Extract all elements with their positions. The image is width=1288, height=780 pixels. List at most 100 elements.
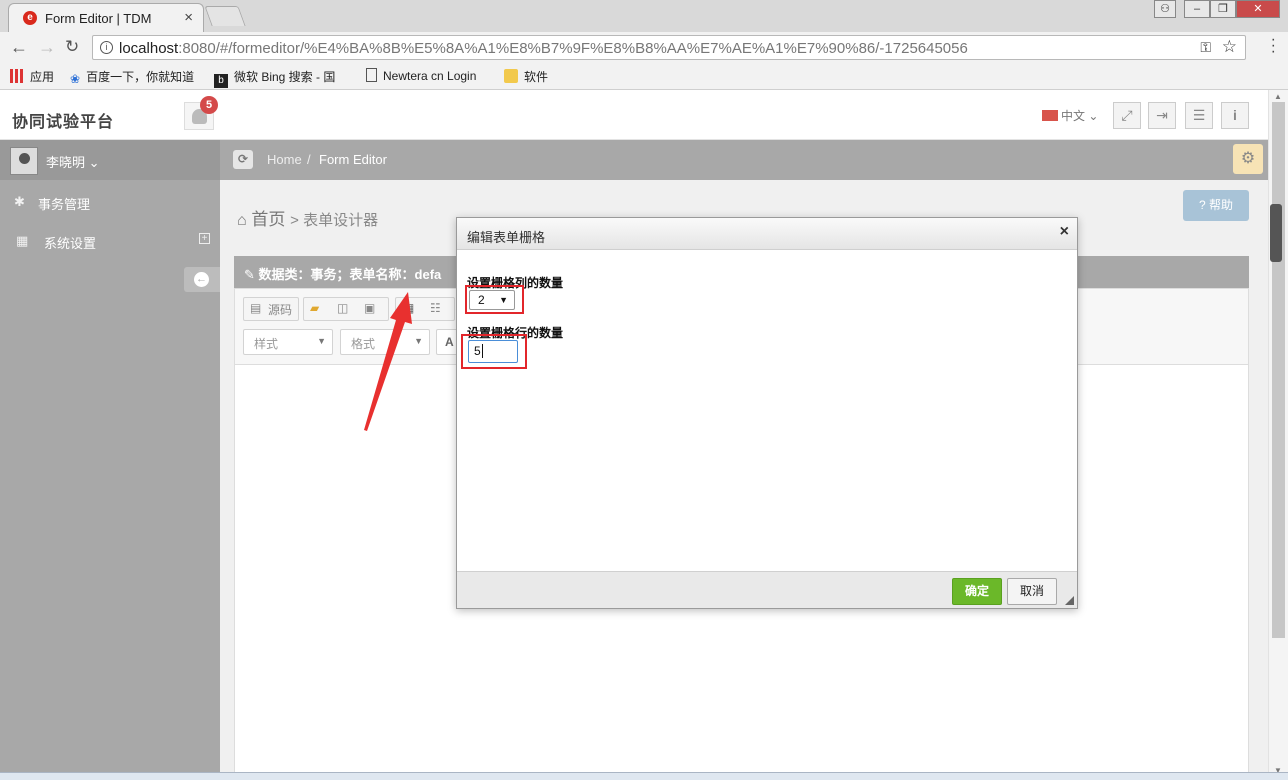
site-info-icon[interactable]: i: [100, 41, 113, 54]
style-select-label: 样式: [254, 337, 279, 351]
bookmark-bing[interactable]: b 微软 Bing 搜索 - 国: [214, 68, 335, 88]
sidebar-item-transactions[interactable]: ✱ 事务管理: [0, 183, 220, 219]
sidebar-user[interactable]: 李晓明 ⌄: [0, 140, 220, 180]
page-scrollbar[interactable]: ▲ ▼: [1268, 90, 1288, 780]
forward-icon[interactable]: →: [38, 37, 56, 58]
bookmark-label: 软件: [524, 70, 549, 84]
help-button[interactable]: ? 帮助: [1183, 190, 1249, 221]
scroll-up-icon[interactable]: ▲: [1274, 92, 1282, 101]
bookmark-label: Newtera cn Login: [383, 69, 477, 83]
language-label: 中文: [1061, 109, 1086, 123]
settings-gear-icon[interactable]: ⚙: [1233, 144, 1263, 174]
bookmarks-bar: 应用 ❀ 百度一下，你就知道 b 微软 Bing 搜索 - 国 Newtera cn…: [0, 62, 1288, 90]
refresh-icon[interactable]: ⟳: [233, 150, 253, 169]
logout-icon[interactable]: ⇥: [1148, 102, 1176, 129]
source-icon: ▤: [250, 301, 262, 315]
bookmark-newtera[interactable]: Newtera cn Login: [366, 68, 476, 83]
browser-tab-strip: e Form Editor | TDM × ⚇ – ❐ ✕: [0, 0, 1288, 32]
dialog-footer: 确定 取消: [457, 571, 1077, 608]
url-host: localhost: [119, 40, 179, 57]
folder-icon: [504, 69, 518, 83]
apps-grid-icon: [10, 69, 24, 83]
bookmark-label: 应用: [30, 70, 55, 84]
open-folder-icon[interactable]: ▰: [310, 301, 319, 318]
ok-button[interactable]: 确定: [952, 578, 1002, 605]
sidebar-item-label: 事务管理: [38, 197, 91, 212]
edit-grid-dialog: 编辑表单栅格 × 设置栅格列的数量 2 ▼ 设置栅格行的数量 5 确定 取消: [456, 217, 1078, 609]
rows-value: 5: [474, 344, 481, 358]
annotation-arrow: [364, 292, 412, 431]
url-path: :8080/#/formeditor/%E4%BA%8B%E5%8A%A1%E8…: [178, 40, 968, 57]
user-profile-icon[interactable]: ⚇: [1154, 0, 1176, 18]
cols-select[interactable]: 2 ▼: [469, 290, 515, 310]
rows-input[interactable]: 5: [468, 340, 518, 363]
flag-icon: [1042, 110, 1058, 121]
panel-title: ✎ 数据类：事务；表单名称：defa: [244, 264, 441, 283]
baidu-paw-icon: ❀: [70, 72, 81, 86]
preview-icon[interactable]: ◫: [337, 301, 348, 318]
cancel-button[interactable]: 取消: [1007, 578, 1057, 605]
key-icon[interactable]: ⚿: [1200, 39, 1211, 56]
fullscreen-icon[interactable]: ⤢: [1113, 102, 1141, 129]
page-title: ⌂ 首页 > 表单设计器: [237, 205, 378, 230]
sidebar-item-settings[interactable]: ▦ 系统设置 +: [0, 222, 220, 258]
bookmark-label: 微软 Bing 搜索 - 国: [234, 70, 336, 84]
minimize-icon[interactable]: –: [1184, 0, 1210, 18]
breadcrumb-home[interactable]: Home: [267, 152, 302, 167]
page-heading-text: 首页: [251, 210, 286, 229]
font-glyph: A: [445, 335, 454, 349]
breadcrumb-separator: /: [307, 152, 311, 167]
language-dropdown[interactable]: 中文 ⌄: [1042, 107, 1098, 124]
sidebar-item-label: 系统设置: [44, 236, 97, 251]
source-label: 源码: [268, 303, 293, 317]
bookmark-apps[interactable]: 应用: [10, 68, 54, 85]
panel-title-text: 数据类：事务；表单名称：defa: [258, 267, 442, 282]
arrow-left-circle-icon: ←: [194, 272, 209, 287]
chevron-down-icon: ▼: [499, 295, 508, 305]
question-circle-icon: ?: [1198, 198, 1206, 212]
tab-close-icon[interactable]: ×: [184, 9, 193, 26]
expand-plus-icon[interactable]: +: [199, 233, 210, 244]
url-input[interactable]: i localhost:8080/#/formeditor/%E4%BA%8B%…: [92, 35, 1246, 60]
resize-grip-icon[interactable]: [1065, 596, 1074, 605]
side-widget-handle[interactable]: [1270, 204, 1282, 262]
scrollbar-thumb[interactable]: [1272, 102, 1285, 638]
list-icon[interactable]: ☷: [430, 301, 441, 318]
back-icon[interactable]: ←: [10, 37, 28, 58]
bookmark-software[interactable]: 软件: [504, 68, 548, 85]
restore-icon[interactable]: ❐: [1210, 0, 1236, 18]
breadcrumb: ⟳ Home / Form Editor: [220, 140, 1268, 180]
home-icon: ⌂: [237, 212, 247, 229]
source-button[interactable]: ▤ 源码: [243, 297, 299, 321]
bookmark-baidu[interactable]: ❀ 百度一下，你就知道: [70, 68, 194, 86]
bookmark-label: 百度一下，你就知道: [86, 70, 195, 84]
browser-tab[interactable]: e Form Editor | TDM ×: [8, 3, 204, 32]
bookmark-star-icon[interactable]: ☆: [1222, 37, 1237, 57]
new-tab-button[interactable]: [204, 6, 246, 26]
text-caret: [481, 344, 483, 358]
window-close-icon[interactable]: ✕: [1236, 0, 1280, 18]
url-text: localhost:8080/#/formeditor/%E4%BA%8B%E5…: [119, 40, 968, 57]
help-label: 帮助: [1209, 198, 1234, 212]
dialog-header[interactable]: 编辑表单栅格 ×: [457, 218, 1077, 250]
reload-icon[interactable]: ↻: [65, 37, 79, 57]
dialog-close-icon[interactable]: ×: [1060, 223, 1069, 241]
sidebar-username: 李晓明 ⌄: [46, 155, 100, 170]
app-title: 协同试验平台: [12, 114, 115, 131]
app-header: 协同试验平台 5 中文 ⌄ ⤢ ⇥ ☰ i: [0, 90, 1268, 140]
building-icon: ▦: [16, 233, 29, 248]
page-subheading: > 表单设计器: [290, 212, 379, 229]
bing-icon: b: [214, 74, 228, 88]
menu-icon[interactable]: ☰: [1185, 102, 1213, 129]
browser-menu-icon[interactable]: · · ·: [1271, 32, 1276, 60]
tab-title: Form Editor | TDM: [45, 11, 152, 26]
info-icon[interactable]: i: [1221, 102, 1249, 129]
app-favicon-icon: e: [23, 11, 37, 25]
dialog-title: 编辑表单栅格: [467, 230, 546, 245]
pencil-icon: ✎: [244, 267, 255, 282]
bug-icon: ✱: [14, 194, 25, 209]
sidebar-collapse-button[interactable]: ←: [184, 267, 220, 292]
page-icon: [366, 68, 377, 82]
style-select[interactable]: 样式 ▼: [243, 329, 333, 355]
address-bar-row: ← → ↻ i localhost:8080/#/formeditor/%E4%…: [0, 32, 1288, 62]
